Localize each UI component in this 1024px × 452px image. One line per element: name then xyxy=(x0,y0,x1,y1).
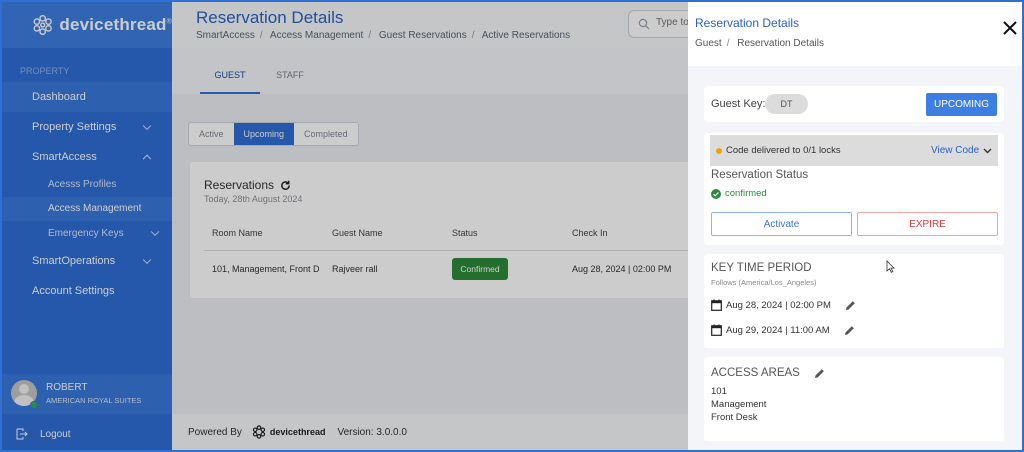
activate-button[interactable]: Activate xyxy=(711,212,852,236)
reservation-status-panel: Code delivered to 0/1 locks View Code Re… xyxy=(704,133,1004,245)
access-areas-panel: ACCESS AREAS 101 Management Front Desk xyxy=(704,357,1004,441)
reservation-details-drawer: Reservation Details Guest / Reservation D… xyxy=(688,2,1022,450)
calendar-icon xyxy=(711,299,722,311)
guest-key-chip: DT xyxy=(765,94,808,114)
close-icon[interactable] xyxy=(1002,20,1018,36)
reservation-status: confirmed xyxy=(711,188,767,199)
expire-button[interactable]: EXPIRE xyxy=(857,212,998,236)
calendar-icon xyxy=(711,324,722,336)
guest-key-panel: Guest Key: DT UPCOMING xyxy=(704,86,1004,122)
access-area-item: Management xyxy=(711,399,767,410)
view-code-label: View Code xyxy=(931,145,980,156)
reservation-status-value: confirmed xyxy=(725,188,767,199)
access-area-item: Front Desk xyxy=(711,412,758,423)
app-window: devicethread® PROPERTY Dashboard Propert… xyxy=(2,2,1022,450)
edit-pencil-icon[interactable] xyxy=(844,325,855,336)
reservation-status-title: Reservation Status xyxy=(711,169,809,181)
mouse-cursor-icon xyxy=(886,260,895,273)
access-areas-title: ACCESS AREAS xyxy=(711,367,800,379)
drawer-header: Reservation Details Guest / Reservation D… xyxy=(688,2,1022,66)
start-time-row: Aug 28, 2024 | 02:00 PM xyxy=(711,297,856,313)
start-time-value: Aug 28, 2024 | 02:00 PM xyxy=(726,299,831,311)
chevron-down-icon xyxy=(983,148,992,153)
guest-key-label: Guest Key: xyxy=(711,98,766,110)
code-delivery-bar: Code delivered to 0/1 locks View Code xyxy=(710,135,998,166)
timezone-note: Follows (America/Los_Angeles) xyxy=(711,278,817,287)
view-code-toggle[interactable]: View Code xyxy=(931,145,992,156)
access-area-item: 101 xyxy=(711,386,727,397)
upcoming-status-button[interactable]: UPCOMING xyxy=(926,93,997,116)
end-time-value: Aug 29, 2024 | 11:00 AM xyxy=(726,324,830,336)
breadcrumb-item[interactable]: Guest xyxy=(695,38,722,49)
key-time-period-panel: KEY TIME PERIOD Follows (America/Los_Ang… xyxy=(704,254,1004,348)
key-time-period-title: KEY TIME PERIOD xyxy=(711,262,812,274)
edit-pencil-icon[interactable] xyxy=(845,300,856,311)
modal-overlay[interactable] xyxy=(2,2,688,450)
warning-dot-icon xyxy=(716,148,722,154)
edit-pencil-icon[interactable] xyxy=(814,368,825,379)
end-time-row: Aug 29, 2024 | 11:00 AM xyxy=(711,322,855,338)
code-delivery-status: Code delivered to 0/1 locks xyxy=(726,145,841,156)
drawer-breadcrumb: Guest / Reservation Details xyxy=(695,38,824,49)
breadcrumb-item: Reservation Details xyxy=(737,38,824,49)
check-circle-icon xyxy=(711,188,721,199)
drawer-title: Reservation Details xyxy=(695,16,800,30)
